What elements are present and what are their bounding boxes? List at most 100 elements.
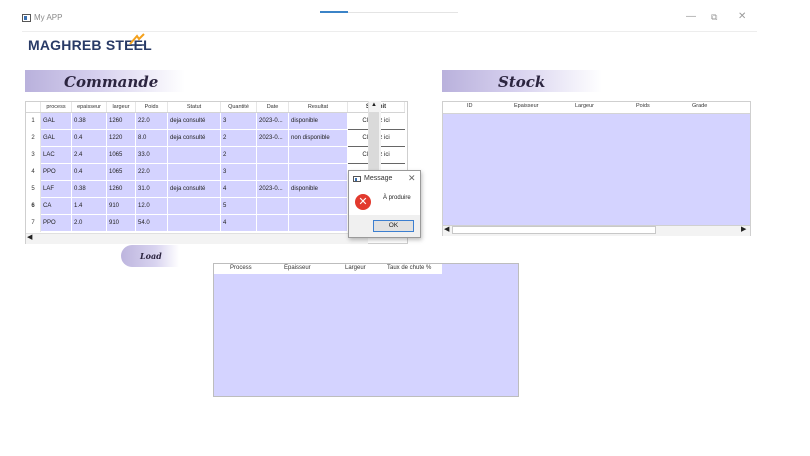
cell-resultat[interactable] <box>288 197 348 215</box>
cell-largeur[interactable]: 1220 <box>106 129 136 147</box>
scroll-left-icon[interactable]: ◀ <box>27 233 32 241</box>
col-header-resultat[interactable]: Resultat <box>288 102 348 113</box>
cell-date[interactable]: 2023-0... <box>256 180 289 198</box>
row-number-header <box>26 102 41 113</box>
stock-col-header-largeur[interactable]: Largeur <box>575 103 594 109</box>
cell-poids[interactable]: 33.0 <box>135 146 168 164</box>
col-header-process[interactable]: process <box>40 102 72 113</box>
cell-epaisseur[interactable]: 1.4 <box>71 197 107 215</box>
cell-resultat[interactable]: disponible <box>288 180 348 198</box>
cell-date[interactable] <box>256 163 289 181</box>
cell-resultat[interactable] <box>288 214 348 232</box>
minimize-button[interactable]: — <box>686 12 696 22</box>
stock-horizontal-scroll-thumb[interactable] <box>452 226 656 234</box>
results-col-header-taux-de-chute[interactable]: Taux de chute % <box>387 265 431 271</box>
col-header-date[interactable]: Date <box>256 102 289 113</box>
cell-largeur[interactable]: 1260 <box>106 180 136 198</box>
cell-poids[interactable]: 8.0 <box>135 129 168 147</box>
cell-resultat[interactable] <box>288 163 348 181</box>
error-icon: ✕ <box>355 194 371 210</box>
cell-statut[interactable]: deja consulté <box>167 112 221 130</box>
ok-button[interactable]: OK <box>373 220 414 232</box>
cell-epaisseur[interactable]: 0.38 <box>71 112 107 130</box>
col-header-quantite[interactable]: Quantité <box>220 102 257 113</box>
stock-table[interactable] <box>442 101 751 236</box>
cell-date[interactable] <box>256 146 289 164</box>
cell-largeur[interactable]: 1260 <box>106 112 136 130</box>
cell-process[interactable]: PPO <box>40 163 72 181</box>
cell-epaisseur[interactable]: 0.4 <box>71 163 107 181</box>
cell-process[interactable]: GAL <box>40 129 72 147</box>
cell-statut[interactable]: deja consulté <box>167 180 221 198</box>
cell-largeur[interactable]: 910 <box>106 214 136 232</box>
cell-quantite[interactable]: 3 <box>220 163 257 181</box>
cell-quantite[interactable]: 4 <box>220 214 257 232</box>
loading-progress-fill <box>320 11 348 13</box>
cell-resultat[interactable] <box>288 146 348 164</box>
cell-date[interactable] <box>256 197 289 215</box>
window-title: My APP <box>34 13 63 22</box>
cell-largeur[interactable]: 1065 <box>106 163 136 181</box>
results-col-header-epaisseur[interactable]: Epaisseur <box>284 265 311 271</box>
cell-process[interactable]: PPO <box>40 214 72 232</box>
cell-process[interactable]: CA <box>40 197 72 215</box>
cell-poids[interactable]: 54.0 <box>135 214 168 232</box>
stock-col-header-id[interactable]: ID <box>467 103 473 109</box>
cell-statut[interactable] <box>167 214 221 232</box>
cell-statut[interactable] <box>167 197 221 215</box>
table-row[interactable]: 2 GAL 0.4 1220 8.0 deja consulté 2 2023-… <box>26 129 405 147</box>
cell-process[interactable]: GAL <box>40 112 72 130</box>
cell-epaisseur[interactable]: 0.38 <box>71 180 107 198</box>
cell-date[interactable]: 2023-0... <box>256 112 289 130</box>
cell-poids[interactable]: 12.0 <box>135 197 168 215</box>
cell-quantite[interactable]: 4 <box>220 180 257 198</box>
cell-process[interactable]: LAC <box>40 146 72 164</box>
cell-epaisseur[interactable]: 0.4 <box>71 129 107 147</box>
load-button-label[interactable]: Load <box>140 251 162 261</box>
cell-quantite[interactable]: 2 <box>220 146 257 164</box>
cell-statut[interactable] <box>167 146 221 164</box>
dialog-app-icon <box>353 176 361 182</box>
dialog-message-text: À produire <box>383 195 411 201</box>
dialog-close-icon[interactable]: ✕ <box>408 173 416 184</box>
cell-poids[interactable]: 31.0 <box>135 180 168 198</box>
cell-resultat[interactable]: disponible <box>288 112 348 130</box>
stock-col-header-grade[interactable]: Grade <box>692 103 707 109</box>
cell-quantite[interactable]: 5 <box>220 197 257 215</box>
col-header-largeur[interactable]: largeur <box>106 102 136 113</box>
cell-process[interactable]: LAF <box>40 180 72 198</box>
cell-statut[interactable] <box>167 163 221 181</box>
cell-date[interactable] <box>256 214 289 232</box>
cell-resultat[interactable]: non disponible <box>288 129 348 147</box>
cell-quantite[interactable]: 2 <box>220 129 257 147</box>
table-row[interactable]: 3 LAC 2.4 1065 33.0 2 Cliquez ici <box>26 146 405 164</box>
restore-button[interactable]: ⧉ <box>711 12 717 22</box>
stock-col-header-epaisseur[interactable]: Epaisseur <box>514 103 538 109</box>
commande-horizontal-scrollbar[interactable] <box>26 233 368 244</box>
col-header-poids[interactable]: Poids <box>135 102 168 113</box>
row-number: 5 <box>26 180 41 198</box>
scroll-right-icon[interactable]: ▶ <box>741 225 746 233</box>
cell-statut[interactable]: deja consulté <box>167 129 221 147</box>
cell-poids[interactable]: 22.0 <box>135 163 168 181</box>
row-number: 6 <box>26 197 41 215</box>
col-header-statut[interactable]: Statut <box>167 102 221 113</box>
title-separator <box>22 31 757 32</box>
results-col-header-process[interactable]: Process <box>230 265 252 271</box>
cell-quantite[interactable]: 3 <box>220 112 257 130</box>
table-row[interactable]: 1 GAL 0.38 1260 22.0 deja consulté 3 202… <box>26 112 405 130</box>
cell-date[interactable]: 2023-0... <box>256 129 289 147</box>
results-col-header-largeur[interactable]: Largeur <box>345 265 366 271</box>
close-window-button[interactable]: ✕ <box>738 12 746 22</box>
cell-epaisseur[interactable]: 2.0 <box>71 214 107 232</box>
cell-poids[interactable]: 22.0 <box>135 112 168 130</box>
stock-col-header-poids[interactable]: Poids <box>636 103 650 109</box>
dialog-title: Message <box>364 175 393 182</box>
scroll-up-icon[interactable]: ▲ <box>371 102 377 108</box>
results-table[interactable] <box>213 263 519 397</box>
cell-epaisseur[interactable]: 2.4 <box>71 146 107 164</box>
scroll-left-icon[interactable]: ◀ <box>444 225 449 233</box>
cell-largeur[interactable]: 1065 <box>106 146 136 164</box>
col-header-epaisseur[interactable]: epaisseur <box>71 102 107 113</box>
cell-largeur[interactable]: 910 <box>106 197 136 215</box>
